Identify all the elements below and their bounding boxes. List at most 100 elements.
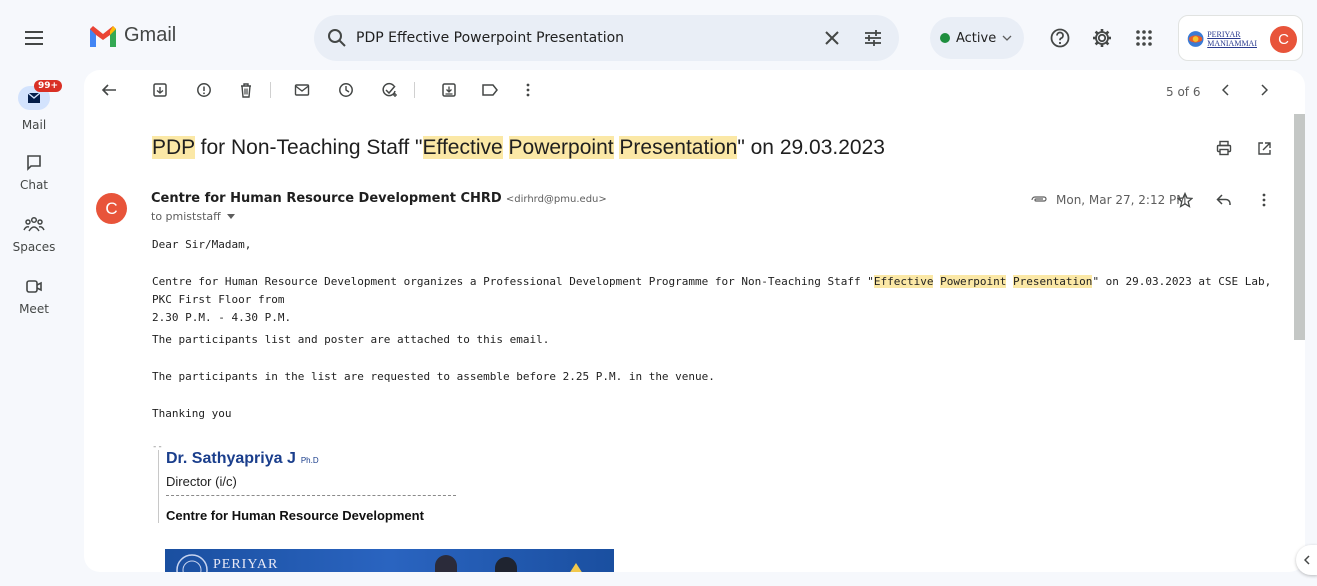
reply-icon (1216, 194, 1231, 205)
clear-search-icon[interactable] (822, 28, 842, 48)
top-bar: Gmail Active PERIYAR MANIAMMAI C (0, 0, 1317, 72)
caret-down-icon (227, 214, 236, 219)
gear-icon (1093, 29, 1111, 47)
university-seal-icon (176, 554, 208, 572)
rail-item-chat[interactable]: Chat (0, 152, 68, 192)
recipient-label: to pmiststaff (151, 210, 221, 223)
signature-name: Dr. Sathyapriya J (166, 450, 296, 467)
message-more-button[interactable] (1254, 190, 1274, 210)
rail-item-mail[interactable]: 99+ Mail (0, 80, 68, 132)
page-count: 5 of 6 (1166, 85, 1201, 99)
email-paragraph: Centre for Human Resource Development or… (152, 275, 1272, 324)
signature-degree: Ph.D (300, 456, 319, 465)
org-name-line1: PERIYAR (1207, 30, 1241, 39)
settings-button[interactable] (1088, 24, 1116, 52)
attachment-icon (1031, 196, 1047, 202)
search-input[interactable] (356, 27, 796, 49)
chevron-left-icon (1222, 84, 1229, 96)
active-status-dot (940, 33, 950, 43)
status-chip[interactable]: Active (930, 17, 1024, 59)
delete-button[interactable] (236, 80, 256, 100)
add-to-tasks-button[interactable] (380, 80, 400, 100)
apps-grid-icon (1136, 30, 1152, 46)
rail-item-spaces[interactable]: Spaces (0, 214, 68, 254)
labels-button[interactable] (480, 80, 500, 100)
chat-icon (27, 155, 41, 171)
account-switcher[interactable]: PERIYAR MANIAMMAI C (1178, 15, 1303, 61)
move-to-button[interactable] (439, 80, 459, 100)
email-paragraph: The participants list and poster are att… (152, 333, 550, 346)
hamburger-icon (25, 31, 43, 45)
mail-icon-wrap: 99+ (18, 80, 63, 110)
more-options-button[interactable] (518, 80, 538, 100)
mark-unread-button[interactable] (292, 80, 312, 100)
search-bar[interactable] (314, 15, 899, 61)
chevron-left-icon (1304, 555, 1310, 565)
body-highlight: Presentation (1012, 275, 1093, 288)
print-icon (1216, 140, 1232, 156)
spaces-icon (23, 216, 45, 232)
rail-item-meet[interactable]: Meet (0, 276, 68, 316)
signature-rule (166, 495, 456, 496)
help-icon (1050, 28, 1070, 48)
email-paragraph: The participants in the list are request… (152, 370, 715, 383)
print-button[interactable] (1214, 138, 1234, 158)
add-task-icon (382, 82, 397, 97)
body-highlight: Effective (873, 275, 934, 288)
label-icon (482, 84, 498, 96)
email-panel: 5 of 6 PDP for Non-Teaching Staff "Effec… (84, 70, 1305, 572)
email-subject: PDP for Non-Teaching Staff "Effective Po… (152, 136, 885, 159)
main-menu-button[interactable] (14, 18, 54, 58)
side-panel-toggle[interactable] (1296, 545, 1317, 575)
gmail-logo[interactable]: Gmail (88, 24, 176, 47)
chevron-right-icon (1261, 84, 1268, 96)
arrow-left-icon (101, 84, 116, 96)
subject-highlight: Presentation (619, 136, 738, 159)
archive-icon (153, 83, 167, 97)
reply-button[interactable] (1214, 190, 1234, 210)
video-camera-icon (26, 280, 42, 293)
open-in-new-icon (1257, 141, 1271, 155)
star-button[interactable] (1175, 190, 1195, 210)
report-spam-button[interactable] (194, 80, 214, 100)
globe-emblem-icon (1187, 31, 1204, 47)
snooze-button[interactable] (336, 80, 356, 100)
banner-text: PERIYAR (213, 557, 279, 572)
org-logo: PERIYAR MANIAMMAI (1187, 26, 1257, 52)
clock-icon (339, 83, 353, 97)
more-vert-icon (1262, 193, 1266, 207)
banner-person (435, 555, 457, 572)
newer-button[interactable] (1216, 80, 1236, 100)
body-highlight: Powerpoint (940, 275, 1007, 288)
star-icon (1177, 192, 1193, 208)
sender-name[interactable]: Centre for Human Resource Development CH… (151, 191, 502, 206)
rail-label-meet: Meet (19, 302, 49, 316)
search-icon[interactable] (326, 27, 348, 49)
user-avatar[interactable]: C (1270, 26, 1297, 53)
status-label: Active (956, 30, 997, 46)
older-button[interactable] (1254, 80, 1274, 100)
report-icon (197, 83, 211, 97)
signature-banner-image: PERIYAR (165, 549, 614, 572)
sender-avatar[interactable]: C (96, 193, 127, 224)
app-name: Gmail (124, 24, 177, 46)
scrollbar-thumb[interactable] (1294, 114, 1305, 340)
search-options-icon[interactable] (862, 27, 884, 49)
sender-line: Centre for Human Resource Development CH… (151, 191, 607, 206)
back-button[interactable] (99, 80, 119, 100)
subject-highlight: PDP (152, 136, 195, 159)
unread-badge: 99+ (34, 80, 63, 92)
archive-button[interactable] (150, 80, 170, 100)
rail-label-chat: Chat (19, 178, 49, 192)
signature: Dr. Sathyapriya J Ph.D Director (i/c) Cen… (158, 450, 456, 523)
gmail-m-icon (90, 25, 116, 47)
rail-label-spaces: Spaces (12, 240, 56, 254)
toolbar-divider (270, 82, 271, 98)
banner-emblem-icon (570, 563, 582, 572)
apps-button[interactable] (1130, 24, 1158, 52)
open-new-window-button[interactable] (1254, 138, 1274, 158)
recipients[interactable]: to pmiststaff (151, 210, 236, 223)
trash-icon (241, 83, 251, 98)
subject-highlight: Powerpoint (508, 136, 614, 159)
support-button[interactable] (1046, 24, 1074, 52)
